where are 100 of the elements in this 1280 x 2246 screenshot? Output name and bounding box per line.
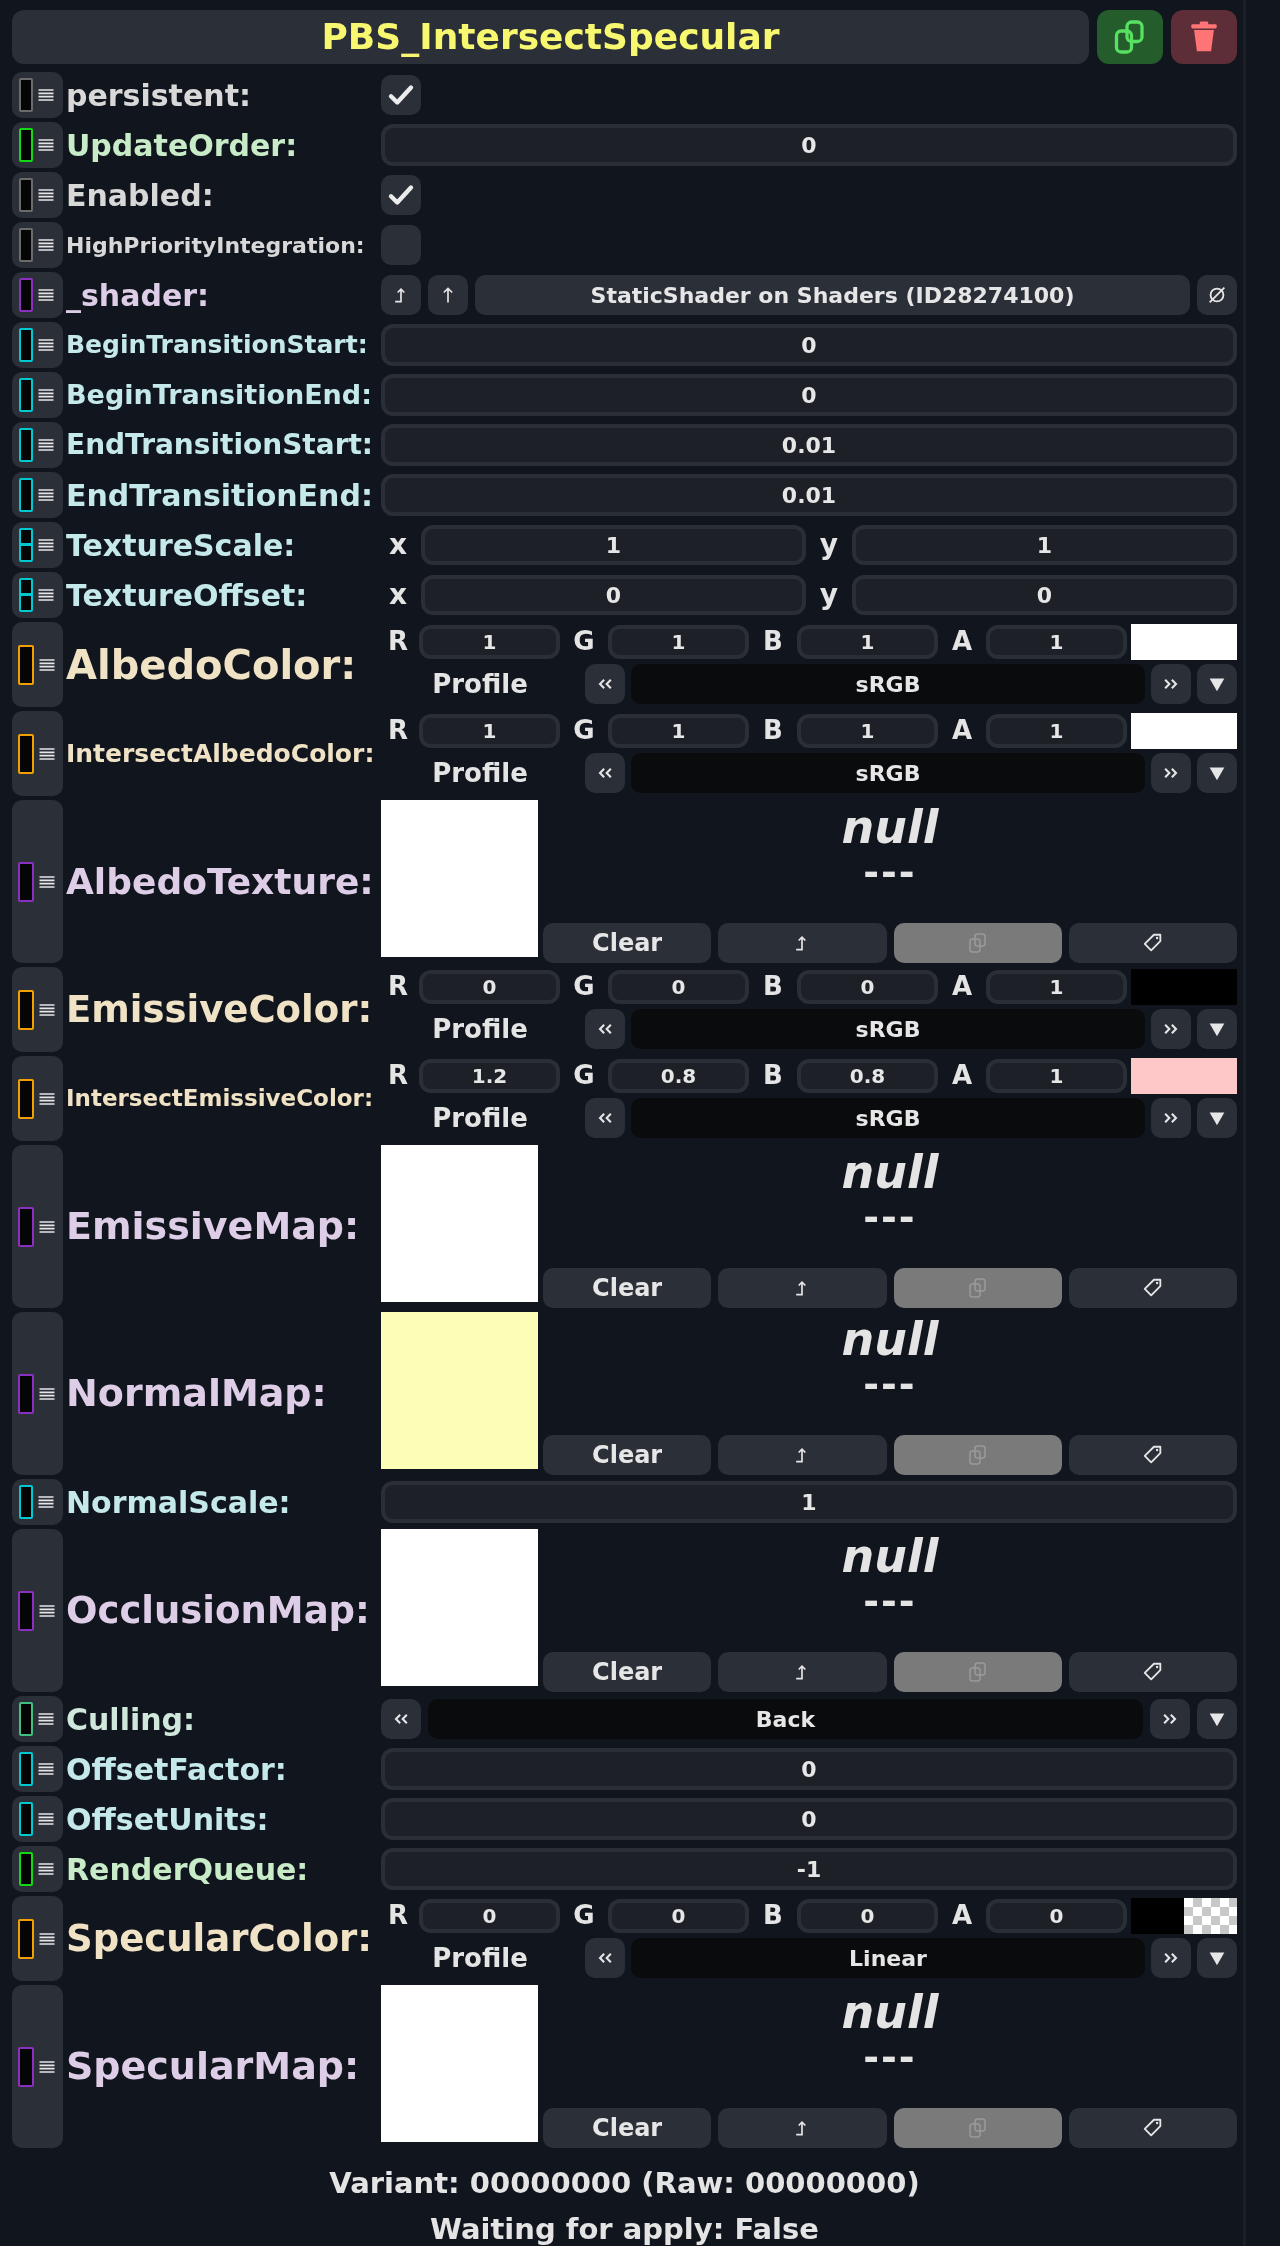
- next-button[interactable]: [1151, 664, 1191, 704]
- number-field[interactable]: 1: [986, 1058, 1127, 1093]
- field-handle[interactable]: [12, 1312, 63, 1475]
- number-field[interactable]: 0: [381, 1798, 1237, 1840]
- number-field[interactable]: 0: [419, 969, 560, 1004]
- reference-field[interactable]: StaticShader on Shaders (ID28274100): [475, 275, 1190, 315]
- clear-button[interactable]: Clear: [543, 923, 712, 963]
- number-field[interactable]: 0: [797, 969, 938, 1004]
- number-field[interactable]: 0.01: [381, 474, 1237, 516]
- number-field[interactable]: 1: [419, 624, 560, 659]
- field-handle[interactable]: [12, 800, 63, 963]
- number-field[interactable]: 0: [797, 1898, 938, 1933]
- number-field[interactable]: 1: [797, 713, 938, 748]
- profile-field[interactable]: sRGB: [631, 664, 1145, 704]
- profile-field[interactable]: sRGB: [631, 753, 1145, 793]
- field-handle[interactable]: [12, 322, 63, 368]
- clear-button[interactable]: Clear: [543, 1652, 712, 1692]
- field-handle[interactable]: [12, 711, 63, 796]
- copy-button[interactable]: [893, 923, 1062, 963]
- checkbox[interactable]: [381, 175, 421, 215]
- field-handle[interactable]: [12, 1696, 63, 1742]
- dropdown-button[interactable]: [1197, 1699, 1237, 1739]
- field-handle[interactable]: [12, 272, 63, 318]
- number-field[interactable]: 1.2: [419, 1058, 560, 1093]
- color-swatch[interactable]: [1131, 1057, 1237, 1094]
- number-field[interactable]: 0: [852, 575, 1237, 615]
- field-handle[interactable]: [12, 1985, 63, 2148]
- field-handle[interactable]: [12, 422, 63, 468]
- number-field[interactable]: 0: [381, 374, 1237, 416]
- number-field[interactable]: 1: [986, 624, 1127, 659]
- field-handle[interactable]: [12, 122, 63, 168]
- field-handle[interactable]: [12, 1796, 63, 1842]
- clear-button[interactable]: Clear: [543, 1435, 712, 1475]
- number-field[interactable]: 1: [608, 713, 749, 748]
- number-field[interactable]: 0: [381, 1748, 1237, 1790]
- field-handle[interactable]: [12, 522, 63, 568]
- dropdown-button[interactable]: [1197, 664, 1237, 704]
- profile-field[interactable]: sRGB: [631, 1009, 1145, 1049]
- previous-button[interactable]: [585, 1938, 625, 1978]
- field-handle[interactable]: [12, 1846, 63, 1892]
- field-handle[interactable]: [12, 967, 63, 1052]
- number-field[interactable]: 0.8: [608, 1058, 749, 1093]
- field-handle[interactable]: [12, 1145, 63, 1308]
- field-handle[interactable]: [12, 372, 63, 418]
- field-handle[interactable]: [12, 472, 63, 518]
- dropdown-button[interactable]: [1197, 1098, 1237, 1138]
- delete-button[interactable]: [1171, 10, 1237, 64]
- field-handle[interactable]: [12, 1529, 63, 1692]
- field-handle[interactable]: [12, 622, 63, 707]
- field-handle[interactable]: [12, 572, 63, 618]
- previous-button[interactable]: [381, 1699, 421, 1739]
- number-field[interactable]: 1: [986, 969, 1127, 1004]
- clear-reference-button[interactable]: [1197, 275, 1237, 315]
- checkbox[interactable]: [381, 225, 421, 265]
- clear-button[interactable]: Clear: [543, 1268, 712, 1308]
- number-field[interactable]: 0.01: [381, 424, 1237, 466]
- color-swatch[interactable]: [1131, 1897, 1237, 1934]
- copy-button[interactable]: [893, 1268, 1062, 1308]
- next-button[interactable]: [1151, 753, 1191, 793]
- parent-button[interactable]: [428, 275, 468, 315]
- next-button[interactable]: [1151, 1009, 1191, 1049]
- color-swatch[interactable]: [1131, 623, 1237, 660]
- previous-button[interactable]: [585, 753, 625, 793]
- color-swatch[interactable]: [1131, 712, 1237, 749]
- number-field[interactable]: 1: [608, 624, 749, 659]
- field-handle[interactable]: [12, 1746, 63, 1792]
- number-field[interactable]: 0: [608, 969, 749, 1004]
- next-button[interactable]: [1151, 1938, 1191, 1978]
- number-field[interactable]: 0: [381, 324, 1237, 366]
- field-handle[interactable]: [12, 222, 63, 268]
- dropdown-button[interactable]: [1197, 1009, 1237, 1049]
- next-button[interactable]: [1151, 1098, 1191, 1138]
- profile-field[interactable]: sRGB: [631, 1098, 1145, 1138]
- number-field[interactable]: 1: [421, 525, 806, 565]
- number-field[interactable]: 1: [852, 525, 1237, 565]
- number-field[interactable]: 1: [381, 1481, 1237, 1523]
- dropdown-button[interactable]: [1197, 1938, 1237, 1978]
- copy-button[interactable]: [893, 2108, 1062, 2148]
- number-field[interactable]: 1: [797, 624, 938, 659]
- color-swatch[interactable]: [1131, 968, 1237, 1005]
- number-field[interactable]: 0: [419, 1898, 560, 1933]
- enum-field[interactable]: Back: [428, 1699, 1143, 1739]
- profile-field[interactable]: Linear: [631, 1938, 1145, 1978]
- number-field[interactable]: 0: [421, 575, 806, 615]
- copy-button[interactable]: [893, 1435, 1062, 1475]
- next-button[interactable]: [1150, 1699, 1190, 1739]
- previous-button[interactable]: [585, 1098, 625, 1138]
- field-handle[interactable]: [12, 1896, 63, 1981]
- open-button[interactable]: [381, 275, 421, 315]
- number-field[interactable]: -1: [381, 1848, 1237, 1890]
- copy-button[interactable]: [893, 1652, 1062, 1692]
- checkbox[interactable]: [381, 75, 421, 115]
- number-field[interactable]: 0: [381, 124, 1237, 166]
- number-field[interactable]: 0: [986, 1898, 1127, 1933]
- number-field[interactable]: 0: [608, 1898, 749, 1933]
- field-handle[interactable]: [12, 172, 63, 218]
- duplicate-button[interactable]: [1097, 10, 1163, 64]
- number-field[interactable]: 0.8: [797, 1058, 938, 1093]
- field-handle[interactable]: [12, 1479, 63, 1525]
- field-handle[interactable]: [12, 72, 63, 118]
